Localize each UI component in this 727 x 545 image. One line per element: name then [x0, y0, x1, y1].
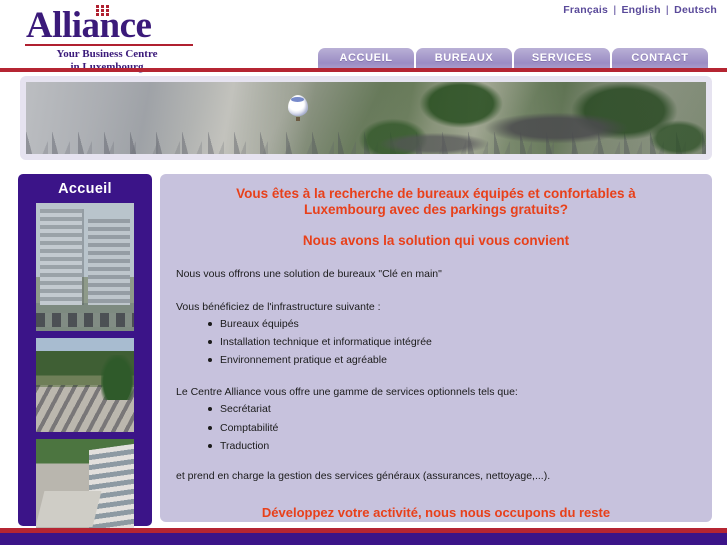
language-link-deutsch[interactable]: Deutsch: [674, 4, 717, 16]
list-item: Environnement pratique et agréable: [208, 353, 696, 367]
language-separator-1: |: [613, 4, 617, 16]
content-para-general-services: et prend en charge la gestion des servic…: [176, 469, 551, 482]
balloon-envelope: [287, 94, 308, 116]
main-navigation: ACCUEIL BUREAUX SERVICES CONTACT: [318, 48, 708, 68]
banner-aerial-photo: [26, 82, 706, 154]
page-header: Français | English | Deutsch Alliance Yo…: [0, 0, 727, 73]
page-footer: [0, 528, 727, 545]
nav-item-accueil[interactable]: ACCUEIL: [318, 48, 414, 68]
language-separator-2: |: [665, 4, 670, 16]
header-divider: [0, 68, 727, 72]
infrastructure-list: Bureaux équipés Installation technique e…: [176, 317, 696, 368]
sidebar: Accueil: [18, 174, 152, 533]
content-para-services: Le Centre Alliance vous offre une gamme …: [176, 386, 518, 399]
content-main-heading-line2: Luxembourg avec des parkings gratuits?: [303, 202, 569, 218]
language-link-english[interactable]: English: [621, 4, 660, 16]
logo-wordmark: Alliance: [26, 5, 152, 46]
hot-air-balloon-icon: [287, 94, 308, 121]
list-item: Secrétariat: [208, 402, 696, 416]
language-selector: Français | English | Deutsch: [563, 4, 717, 16]
site-logo[interactable]: Alliance Your Business Centre in Luxembo…: [22, 5, 197, 73]
content-main-heading-line1: Vous êtes à la recherche de bureaux équi…: [236, 186, 636, 201]
services-list: Secrétariat Comptabilité Traduction: [176, 402, 696, 453]
nav-item-services[interactable]: SERVICES: [514, 48, 610, 68]
content-main-heading: Vous êtes à la recherche de bureaux équi…: [176, 186, 696, 219]
list-item: Bureaux équipés: [208, 317, 696, 331]
content-closing-heading: Développez votre activité, nous nous occ…: [261, 505, 611, 521]
content-para-offer: Nous vous offrons une solution de bureau…: [176, 268, 442, 281]
sidebar-photo-towers: [36, 203, 134, 331]
content-panel: Vous êtes à la recherche de bureaux équi…: [160, 174, 712, 522]
sidebar-photo-towers-cars: [36, 313, 134, 327]
list-item: Installation technique et informatique i…: [208, 335, 696, 349]
content-second-heading: Nous avons la solution qui vous convient: [302, 232, 570, 248]
sidebar-photo-aerial: [36, 439, 134, 533]
banner-roads-layer: [26, 82, 706, 154]
nav-item-bureaux[interactable]: BUREAUX: [416, 48, 512, 68]
logo-tagline-line1: Your Business Centre: [56, 48, 158, 61]
main-area: Accueil Vous êtes à la recherche de bure…: [0, 168, 727, 533]
footer-purple-bar: [0, 533, 727, 545]
balloon-basket: [295, 116, 300, 121]
list-item: Traduction: [208, 439, 696, 453]
content-para-infrastructure: Vous bénéficiez de l'infrastructure suiv…: [176, 300, 381, 313]
sidebar-photo-parking: [36, 338, 134, 432]
sidebar-title: Accueil: [58, 181, 112, 197]
list-item: Comptabilité: [208, 421, 696, 435]
banner-container: [20, 76, 712, 160]
logo-grid-icon: [96, 5, 109, 16]
nav-item-contact[interactable]: CONTACT: [612, 48, 708, 68]
language-link-francais[interactable]: Français: [563, 4, 608, 16]
